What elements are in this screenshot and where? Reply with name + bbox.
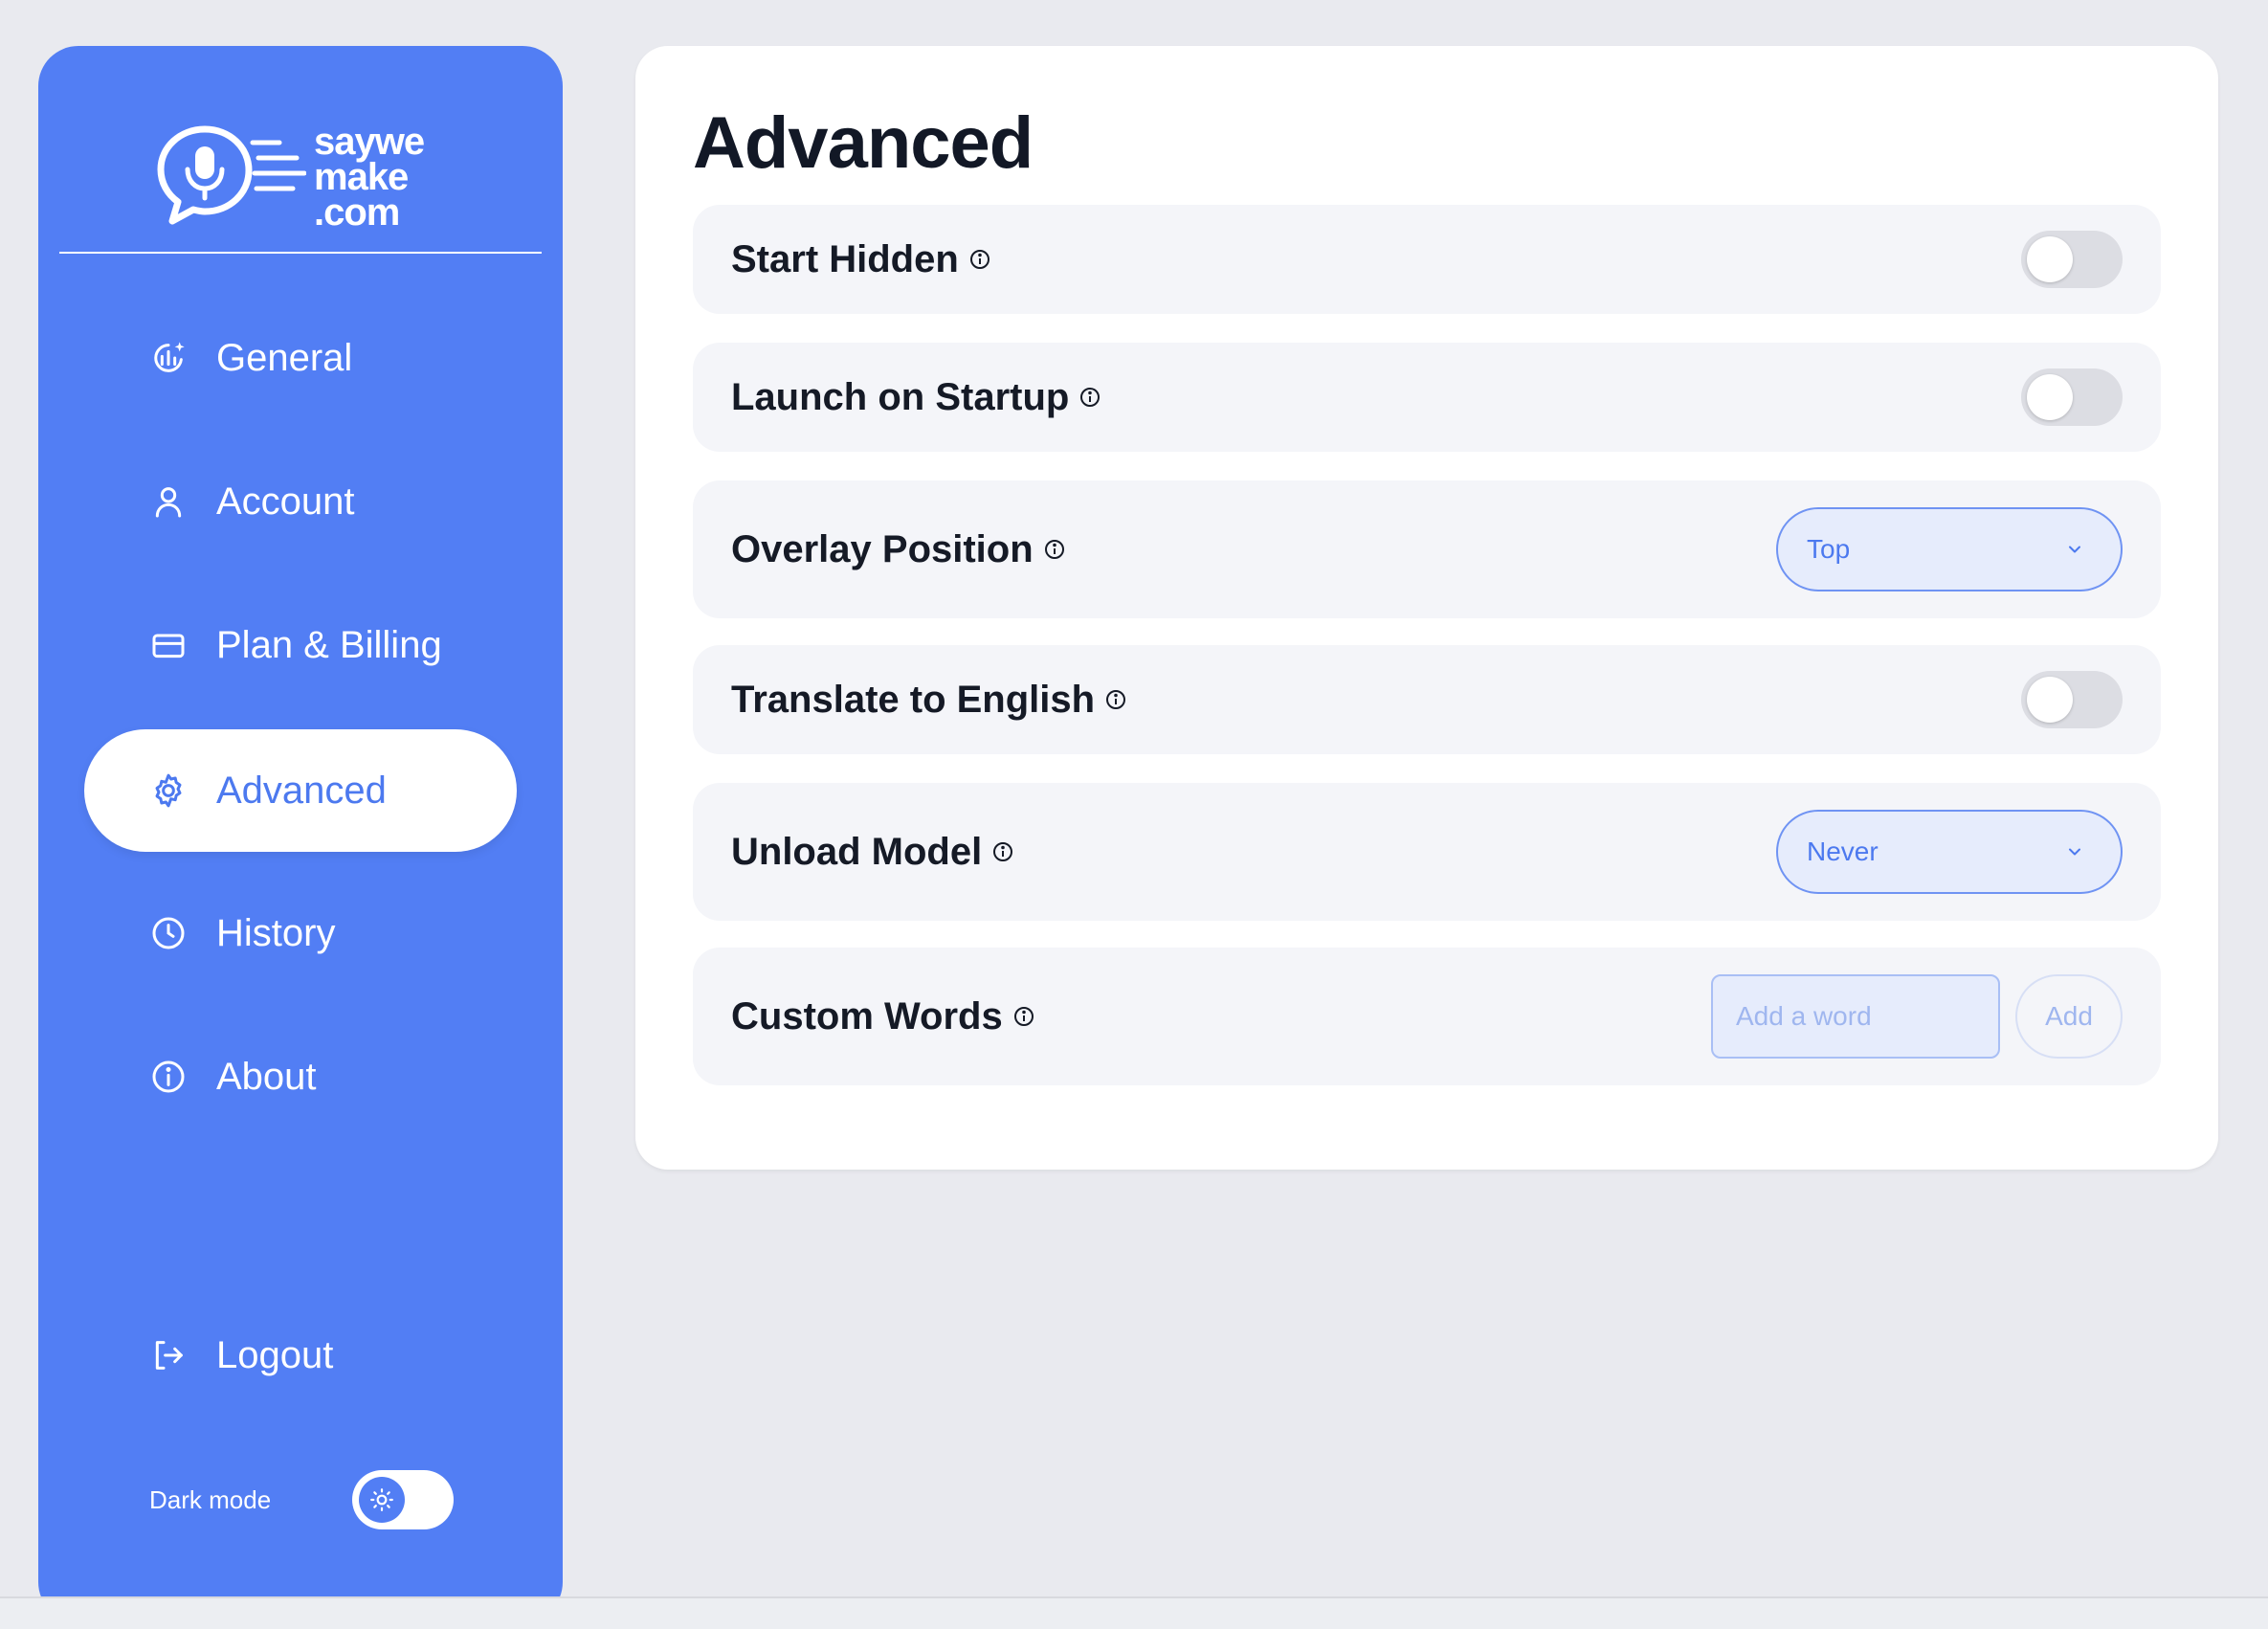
dark-mode-label: Dark mode <box>149 1484 272 1514</box>
sidebar-item-advanced[interactable]: Advanced <box>84 729 517 852</box>
overlay-position-value: Top <box>1807 534 1851 564</box>
sidebar-item-label: Advanced <box>216 769 387 812</box>
logout-label: Logout <box>216 1333 334 1376</box>
setting-row-launch-on-startup: Launch on Startup <box>693 343 2161 452</box>
toggle-knob <box>2027 374 2073 420</box>
sidebar-item-label: Account <box>216 480 355 523</box>
app-window: saywe make .com General Account Plan & B… <box>0 0 2268 1629</box>
sidebar-item-general[interactable]: General <box>84 297 517 419</box>
credit-card-icon <box>149 626 188 664</box>
clock-icon <box>149 914 188 952</box>
logo-line-3: .com <box>314 190 400 234</box>
setting-row-start-hidden: Start Hidden <box>693 205 2161 314</box>
sidebar-item-history[interactable]: History <box>84 872 517 994</box>
custom-word-input[interactable] <box>1711 974 2000 1059</box>
translate-to-english-label: Translate to English <box>731 678 1096 721</box>
logo-line-2: make <box>314 155 409 198</box>
info-icon <box>149 1058 188 1096</box>
sidebar-item-label: History <box>216 911 336 954</box>
setting-row-overlay-position: Overlay Position Top <box>693 480 2161 618</box>
launch-on-startup-label: Launch on Startup <box>731 375 1070 418</box>
setting-label: Launch on Startup <box>731 376 1101 419</box>
info-icon[interactable] <box>1104 688 1127 711</box>
sidebar: saywe make .com General Account Plan & B… <box>38 46 563 1622</box>
setting-row-unload-model: Unload Model Never <box>693 783 2161 921</box>
bottom-status-strip <box>0 1596 2268 1629</box>
sidebar-item-label: About <box>216 1055 317 1098</box>
add-word-button[interactable]: Add <box>2015 974 2123 1059</box>
settings-panel: Advanced Start Hidden Launch on Startup <box>635 46 2218 1170</box>
setting-row-translate-to-english: Translate to English <box>693 645 2161 754</box>
sidebar-item-about[interactable]: About <box>84 1015 517 1138</box>
unload-model-label: Unload Model <box>731 830 983 873</box>
info-icon[interactable] <box>968 248 991 271</box>
info-icon[interactable] <box>991 840 1014 863</box>
logout-icon <box>149 1336 188 1374</box>
sidebar-item-label: Plan & Billing <box>216 623 442 666</box>
info-icon[interactable] <box>1078 386 1101 409</box>
overlay-position-select[interactable]: Top <box>1776 507 2123 591</box>
info-icon[interactable] <box>1043 538 1066 561</box>
microphone-chat-icon <box>157 125 306 225</box>
translate-to-english-toggle[interactable] <box>2021 671 2123 728</box>
dark-mode-row: Dark mode <box>149 1470 454 1529</box>
logo-text: saywe make .com <box>314 120 425 234</box>
setting-label: Start Hidden <box>731 238 991 281</box>
chevron-down-icon <box>2065 842 2084 861</box>
sidebar-divider <box>59 252 542 254</box>
sidebar-item-account[interactable]: Account <box>84 440 517 563</box>
sun-icon <box>359 1477 405 1523</box>
start-hidden-label: Start Hidden <box>731 237 959 280</box>
launch-on-startup-toggle[interactable] <box>2021 368 2123 426</box>
sidebar-item-plan-billing[interactable]: Plan & Billing <box>84 584 517 706</box>
overlay-position-label: Overlay Position <box>731 527 1034 570</box>
dark-mode-toggle[interactable] <box>352 1470 454 1529</box>
gear-icon <box>149 771 188 810</box>
chevron-down-icon <box>2065 540 2084 559</box>
unload-model-select[interactable]: Never <box>1776 810 2123 894</box>
info-icon[interactable] <box>1012 1005 1035 1028</box>
logo-line-1: saywe <box>314 120 425 163</box>
setting-label: Custom Words <box>731 995 1035 1038</box>
spark-chart-icon <box>149 339 188 377</box>
unload-model-value: Never <box>1807 837 1879 866</box>
setting-row-custom-words: Custom Words Add <box>693 948 2161 1085</box>
toggle-knob <box>2027 236 2073 282</box>
page-title: Advanced <box>693 102 1034 184</box>
user-icon <box>149 482 188 521</box>
logout-button[interactable]: Logout <box>84 1294 517 1417</box>
custom-words-label: Custom Words <box>731 994 1003 1038</box>
setting-label: Unload Model <box>731 831 1014 874</box>
logo: saywe make .com <box>153 96 498 258</box>
toggle-knob <box>2027 677 2073 723</box>
start-hidden-toggle[interactable] <box>2021 231 2123 288</box>
sidebar-item-label: General <box>216 336 353 379</box>
setting-label: Overlay Position <box>731 528 1066 571</box>
setting-label: Translate to English <box>731 679 1127 722</box>
